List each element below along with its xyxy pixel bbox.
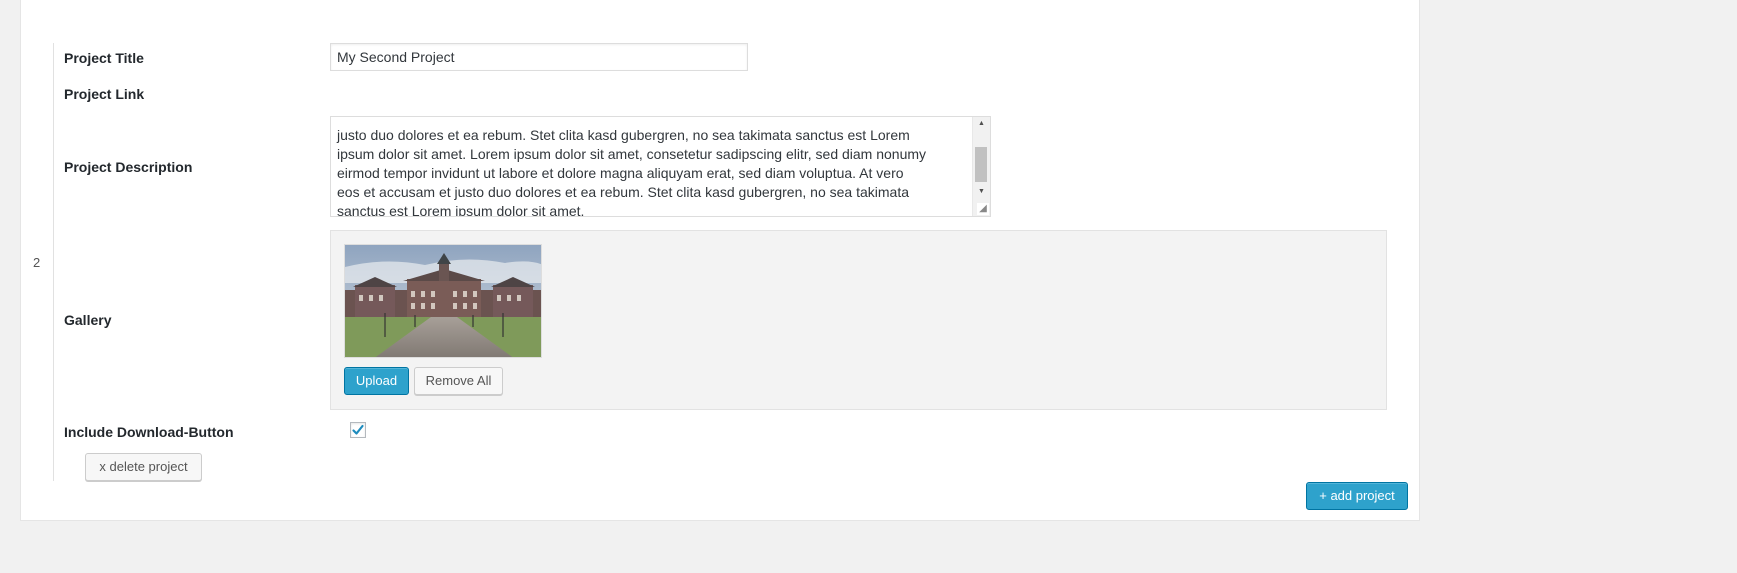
scrollbar-thumb[interactable]	[975, 147, 987, 182]
resize-grip-icon[interactable]: ◢	[977, 203, 989, 215]
description-line: eirmod tempor invidunt ut labore et dolo…	[337, 165, 904, 181]
delete-project-button[interactable]: x delete project	[85, 453, 202, 481]
add-project-button[interactable]: + add project	[1306, 482, 1408, 510]
gallery-box: Upload Remove All	[330, 230, 1387, 410]
checkmark-icon	[352, 424, 364, 435]
project-description-label: Project Description	[64, 159, 193, 175]
include-download-checkbox[interactable]	[350, 422, 366, 438]
upload-button[interactable]: Upload	[344, 367, 409, 395]
remove-all-button[interactable]: Remove All	[414, 367, 503, 395]
project-number: 2	[33, 255, 41, 270]
arrow-down-icon[interactable]: ▼	[973, 185, 990, 199]
gallery-label: Gallery	[64, 312, 112, 328]
project-description-text: justo duo dolores et ea rebum. Stet clit…	[337, 117, 969, 217]
project-title-input[interactable]: My Second Project	[330, 43, 748, 71]
gallery-image-thumbnail[interactable]	[344, 244, 542, 358]
arrow-up-icon[interactable]: ▲	[973, 117, 990, 131]
include-download-label: Include Download-Button	[64, 424, 234, 440]
description-line: sanctus est Lorem ipsum dolor sit amet.	[337, 203, 585, 217]
project-description-textarea[interactable]: justo duo dolores et ea rebum. Stet clit…	[330, 116, 991, 217]
project-link-label: Project Link	[64, 86, 145, 102]
project-divider-line	[53, 43, 54, 481]
description-line: eos et accusam et justo duo dolores et e…	[337, 184, 909, 200]
project-title-label: Project Title	[64, 50, 144, 66]
description-line: ipsum dolor sit amet. Lorem ipsum dolor …	[337, 146, 927, 162]
description-scrollbar[interactable]: ▲ ▼	[972, 117, 990, 216]
description-clipped-line	[337, 117, 969, 126]
description-line: justo duo dolores et ea rebum. Stet clit…	[337, 127, 910, 143]
